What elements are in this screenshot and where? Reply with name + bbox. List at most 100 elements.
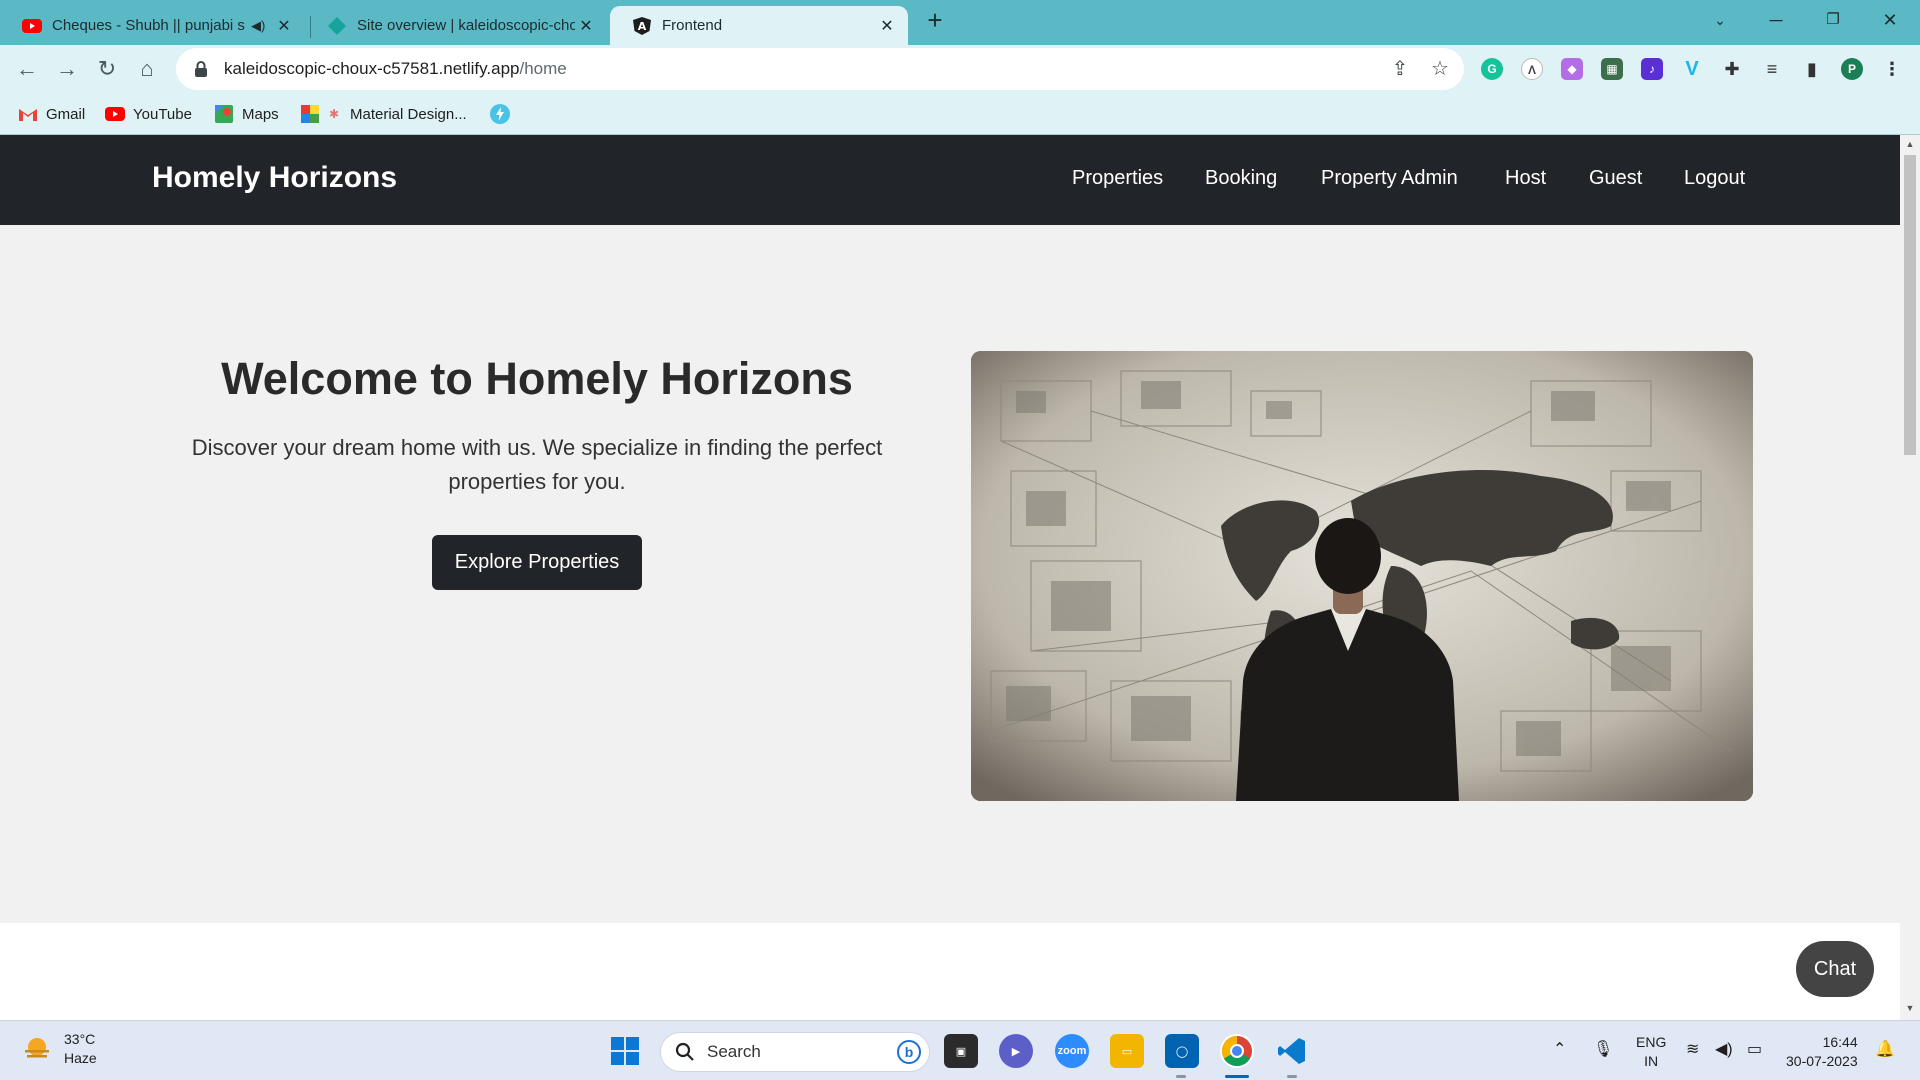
bing-icon: b [897, 1040, 921, 1064]
menu-kebab-icon[interactable]: ⋮ [1881, 58, 1903, 80]
nav-host[interactable]: Host [1505, 167, 1546, 190]
chat-button[interactable]: Chat [1796, 941, 1874, 997]
chrome-icon[interactable] [1220, 1034, 1254, 1068]
language-indicator[interactable]: ENG IN [1636, 1033, 1666, 1071]
edge-app-icon[interactable]: ◯ [1165, 1034, 1199, 1068]
url-text: kaleidoscopic-choux-c57581.netlify.app/h… [224, 59, 567, 79]
teams-chat-icon[interactable]: ▶ [999, 1034, 1033, 1068]
bookmark-label: Maps [242, 105, 279, 123]
extensions-puzzle-icon[interactable]: ✚ [1721, 58, 1743, 80]
bookmark-material[interactable]: ✱ Material Design... [300, 102, 467, 126]
wifi-icon[interactable]: ≋ [1686, 1039, 1699, 1059]
youtube-icon [105, 104, 125, 124]
nav-guest[interactable]: Guest [1589, 167, 1642, 190]
page-scrollbar[interactable]: ▲ ▼ [1900, 135, 1920, 1020]
hero-title: Welcome to Homely Horizons [221, 353, 853, 404]
haze-sun-icon [22, 1034, 52, 1064]
close-icon[interactable]: ✕ [575, 16, 597, 36]
running-indicator [1287, 1075, 1297, 1078]
search-icon [675, 1042, 694, 1061]
bookmark-maps[interactable]: Maps [214, 102, 279, 126]
vimeo-icon[interactable]: V [1681, 58, 1703, 80]
arc-extension-icon[interactable]: Λ [1521, 58, 1543, 80]
read-aloud-icon[interactable]: ♪ [1641, 58, 1663, 80]
battery-icon[interactable]: ▭ [1747, 1039, 1762, 1059]
language-code: ENG [1636, 1034, 1667, 1050]
window-close-icon[interactable]: ✕ [1870, 4, 1910, 36]
brand-logo[interactable]: Homely Horizons [152, 161, 397, 195]
bookmark-youtube[interactable]: YouTube [105, 102, 192, 126]
lock-icon [194, 61, 210, 77]
home-icon[interactable]: ⌂ [133, 55, 161, 83]
scroll-down-icon[interactable]: ▼ [1904, 1003, 1916, 1015]
taskbar-search[interactable]: Search b [660, 1032, 930, 1072]
nav-property-admin[interactable]: Property Admin [1321, 167, 1458, 190]
browser-toolbar: ← → ↻ ⌂ kaleidoscopic-choux-c57581.netli… [0, 45, 1920, 93]
side-panel-icon[interactable]: ▮ [1801, 58, 1823, 80]
tray-overflow-chevron-icon[interactable]: ⌃ [1553, 1039, 1566, 1059]
clock-time: 16:44 [1822, 1034, 1858, 1050]
chrome-active-indicator [1225, 1075, 1249, 1078]
svg-text:A: A [638, 20, 647, 33]
page-lower-section [0, 923, 1900, 1020]
tab-title: Frontend [662, 17, 723, 34]
nav-logout[interactable]: Logout [1684, 167, 1745, 190]
youtube-icon [22, 16, 42, 36]
share-icon[interactable]: ⇪ [1388, 57, 1412, 81]
scrollbar-thumb[interactable] [1904, 155, 1916, 455]
bookmark-gmail[interactable]: Gmail [18, 102, 85, 126]
reload-icon[interactable]: ↻ [93, 55, 121, 83]
reading-list-icon[interactable]: ≡ [1761, 58, 1783, 80]
file-explorer-icon[interactable]: ▭ [1110, 1034, 1144, 1068]
zoom-icon[interactable]: zoom [1055, 1034, 1089, 1068]
new-tab-plus-icon[interactable]: + [922, 6, 948, 36]
notification-bell-icon[interactable]: 🔔 [1875, 1039, 1895, 1059]
system-clock[interactable]: 16:44 30-07-2023 [1786, 1033, 1858, 1071]
tab-youtube[interactable]: Cheques - Shubh || punjabi s ◀) ✕ [0, 6, 305, 45]
nav-properties[interactable]: Properties [1072, 167, 1163, 190]
task-view-icon[interactable]: ▣ [944, 1034, 978, 1068]
microphone-icon[interactable]: 🎙 [1593, 1039, 1613, 1059]
calendar-extension-icon[interactable]: ▦ [1601, 58, 1623, 80]
restore-icon[interactable]: ❐ [1813, 4, 1853, 36]
volume-icon[interactable]: ◀) [1715, 1039, 1733, 1059]
search-label: Search [707, 1042, 761, 1061]
minimize-icon[interactable]: ─ [1756, 4, 1796, 36]
hero-image [971, 351, 1753, 801]
tab-search-chevron-icon[interactable]: ⌄ [1700, 4, 1740, 36]
tab-strip: Cheques - Shubh || punjabi s ◀) ✕ Site o… [0, 0, 1920, 45]
tab-netlify[interactable]: Site overview | kaleidoscopic-cho ✕ [305, 6, 607, 45]
gmail-icon [18, 104, 38, 124]
gradient-extension-icon[interactable]: ◆ [1561, 58, 1583, 80]
bookmarks-bar: Gmail YouTube Maps ✱ Material Design... [0, 93, 1920, 135]
back-arrow-icon[interactable]: ← [13, 55, 41, 83]
vscode-icon[interactable] [1275, 1034, 1309, 1068]
windows-taskbar: 33°C Haze Search b ▣ ▶ zoom ▭ ◯ ⌃ 🎙 ENG … [0, 1020, 1920, 1080]
grammarly-icon[interactable]: G [1481, 58, 1503, 80]
material-icon [300, 104, 320, 124]
nav-booking[interactable]: Booking [1205, 167, 1277, 190]
weather-widget[interactable]: 33°C Haze [22, 1030, 97, 1068]
bookmark-bolt[interactable] [490, 102, 518, 126]
profile-avatar[interactable]: P [1841, 58, 1863, 80]
bookmark-label: Material Design... [350, 105, 467, 123]
region-code: IN [1644, 1053, 1659, 1069]
url-path: /home [519, 59, 567, 78]
windows-start-icon[interactable] [608, 1034, 642, 1068]
bookmark-star-icon[interactable]: ☆ [1428, 57, 1452, 81]
bolt-icon [490, 104, 510, 124]
weather-condition: Haze [64, 1050, 97, 1066]
hero-subtitle: Discover your dream home with us. We spe… [191, 435, 883, 494]
forward-arrow-icon[interactable]: → [53, 55, 81, 83]
netlify-icon [327, 16, 347, 36]
scroll-up-icon[interactable]: ▲ [1904, 139, 1916, 151]
speaker-icon[interactable]: ◀) [251, 18, 273, 34]
close-icon[interactable]: ✕ [876, 16, 898, 36]
explore-properties-button[interactable]: Explore Properties [432, 535, 642, 590]
close-icon[interactable]: ✕ [273, 16, 295, 36]
tab-frontend[interactable]: A Frontend ✕ [610, 6, 908, 45]
bookmark-label: Gmail [46, 105, 86, 123]
clock-date: 30-07-2023 [1786, 1053, 1858, 1069]
site-navbar: Homely Horizons Properties Booking Prope… [0, 135, 1900, 225]
address-bar[interactable]: kaleidoscopic-choux-c57581.netlify.app/h… [176, 48, 1464, 90]
